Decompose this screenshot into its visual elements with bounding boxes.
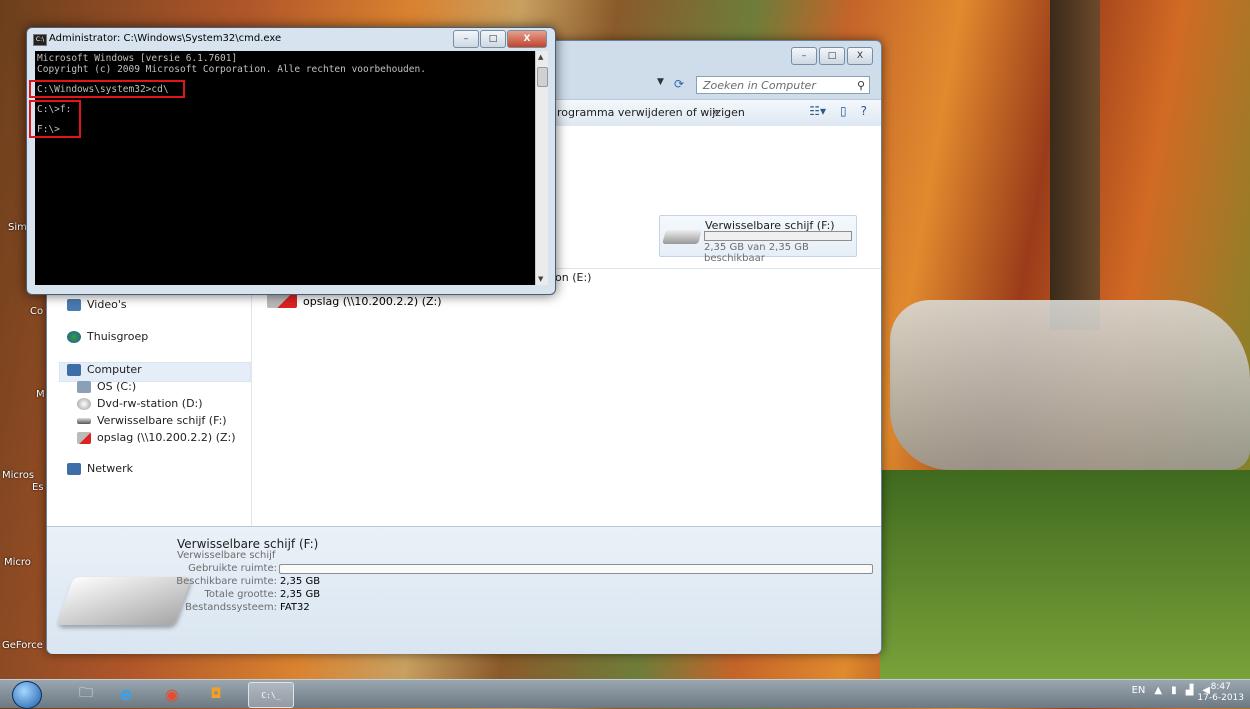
nav-label: opslag (\\10.200.2.2) (Z:): [97, 431, 236, 444]
nav-item-network-drive[interactable]: opslag (\\10.200.2.2) (Z:): [77, 431, 236, 444]
show-hidden-icons-icon[interactable]: ▲: [1154, 685, 1162, 696]
drive-free-space: 2,35 GB van 2,35 GB beschikbaar: [704, 242, 809, 264]
drive-f-tile[interactable]: Verwisselbare schijf (F:) 2,35 GB van 2,…: [659, 215, 857, 264]
scroll-down-icon[interactable]: ▼: [538, 275, 543, 283]
search-placeholder: Zoeken in Computer: [703, 79, 816, 92]
filesystem-value: FAT32: [280, 602, 310, 613]
desktop-icon-label[interactable]: Micro: [4, 557, 31, 568]
nav-label: OS (C:): [97, 380, 137, 393]
desktop-icon-label[interactable]: Micros: [2, 470, 34, 481]
search-icon[interactable]: ⚲: [857, 77, 865, 95]
address-dropdown-icon[interactable]: ▼: [657, 77, 664, 87]
taskbar: 🗀 e ◉ ◘ C:\_ EN ▲ ▮ ▟ ◀ 8:47 17-6-2013: [0, 679, 1250, 709]
clock-time: 8:47: [1210, 682, 1231, 692]
desktop-icon-label[interactable]: M: [36, 389, 45, 400]
nav-label: Verwisselbare schijf (F:): [97, 414, 227, 427]
details-pane: Verwisselbare schijf (F:) Verwisselbare …: [47, 526, 881, 654]
clock[interactable]: 8:47 17-6-2013: [1197, 682, 1244, 704]
disconnected-drive-icon: [77, 431, 91, 444]
desktop-icon-label[interactable]: Co: [30, 306, 43, 317]
drive-icon: [77, 380, 91, 393]
nav-item-network[interactable]: Netwerk: [67, 462, 133, 475]
total-label: Totale grootte:: [204, 589, 277, 600]
nav-item-homegroup[interactable]: Thuisgroep: [67, 330, 148, 343]
close-button[interactable]: X: [507, 30, 547, 48]
minimize-button[interactable]: –: [453, 30, 479, 48]
wallpaper-foliage: [880, 470, 1250, 680]
preview-pane-icon[interactable]: ▯: [840, 104, 847, 118]
search-input[interactable]: Zoeken in Computer ⚲: [696, 76, 870, 94]
free-label: Beschikbare ruimte:: [176, 576, 277, 587]
scroll-up-icon[interactable]: ▲: [538, 53, 543, 61]
battery-icon[interactable]: ▮: [1171, 685, 1177, 696]
view-options-icon[interactable]: ☷▾: [809, 104, 826, 118]
drive-e-label[interactable]: on (E:): [555, 271, 591, 284]
details-title: Verwisselbare schijf (F:): [177, 537, 319, 551]
homegroup-icon: [67, 330, 81, 343]
drive-usage-bar: [704, 231, 852, 241]
wallpaper-tree: [1050, 0, 1100, 330]
internet-explorer-icon[interactable]: e: [106, 682, 146, 706]
cmd-icon: C:\: [33, 34, 47, 46]
desktop-icon-label[interactable]: Es: [32, 482, 44, 493]
more-commands-button[interactable]: »: [712, 105, 719, 118]
nav-item-os[interactable]: OS (C:): [77, 380, 136, 393]
refresh-icon[interactable]: ⟳: [674, 77, 684, 91]
disconnected-drive-icon: [267, 294, 297, 308]
removable-drive-icon: [662, 230, 702, 244]
scroll-thumb[interactable]: [537, 67, 548, 87]
nav-item-dvd[interactable]: Dvd-rw-station (D:): [77, 397, 203, 410]
desktop-icon-label[interactable]: Sim: [8, 222, 27, 233]
network-icon: [67, 462, 81, 475]
computer-icon: [67, 363, 81, 376]
filesystem-label: Bestandssysteem:: [185, 602, 277, 613]
console-scrollbar[interactable]: ▲ ▼: [535, 51, 548, 285]
dvd-icon: [77, 397, 91, 410]
view-tools: ☷▾ ▯ ?: [809, 104, 867, 118]
close-button[interactable]: X: [847, 47, 873, 65]
nav-item-computer[interactable]: Computer: [67, 363, 142, 376]
maximize-button[interactable]: □: [480, 30, 506, 48]
minimize-button[interactable]: –: [791, 47, 817, 65]
nav-label: Dvd-rw-station (D:): [97, 397, 203, 410]
cmd-window-controls: – □ X: [453, 30, 547, 48]
network-drive-label: opslag (\\10.200.2.2) (Z:): [303, 294, 442, 308]
nav-label: Computer: [87, 363, 142, 376]
desktop-icon-label[interactable]: GeForce: [2, 640, 43, 651]
language-indicator[interactable]: EN: [1132, 685, 1146, 696]
nav-item-removable[interactable]: Verwisselbare schijf (F:): [77, 414, 227, 427]
videos-icon: [67, 298, 81, 311]
cmd-title: Administrator: C:\Windows\System32\cmd.e…: [49, 33, 282, 44]
outlook-icon[interactable]: ◘: [196, 682, 236, 706]
nav-label: Video's: [87, 298, 127, 311]
chrome-icon[interactable]: ◉: [152, 682, 192, 706]
address-bar: ▼ ⟳ Zoeken in Computer ⚲: [562, 74, 881, 98]
start-button[interactable]: [12, 681, 42, 709]
maximize-button[interactable]: □: [819, 47, 845, 65]
cmd-taskbar-icon[interactable]: C:\_: [248, 682, 294, 708]
network-status-icon[interactable]: ▟: [1186, 685, 1194, 696]
wallpaper-rock: [890, 300, 1250, 470]
highlight-box: [29, 80, 185, 98]
highlight-box: [29, 100, 81, 138]
nav-item-videos[interactable]: Video's: [67, 298, 127, 311]
console-output[interactable]: Microsoft Windows [versie 6.1.7601] Copy…: [29, 51, 535, 285]
explorer-taskbar-icon[interactable]: 🗀: [66, 682, 106, 706]
details-subtitle: Verwisselbare schijf: [177, 550, 276, 561]
clock-date: 17-6-2013: [1197, 693, 1244, 703]
help-icon[interactable]: ?: [861, 104, 867, 118]
free-value: 2,35 GB: [280, 576, 321, 587]
total-value: 2,35 GB: [280, 589, 321, 600]
removable-drive-large-icon: [56, 577, 192, 625]
details-usage-bar: [279, 564, 873, 574]
used-label: Gebruikte ruimte:: [188, 563, 277, 574]
network-drive-item[interactable]: opslag (\\10.200.2.2) (Z:): [267, 294, 442, 308]
console-line: Copyright (c) 2009 Microsoft Corporation…: [37, 64, 426, 75]
nav-label: Netwerk: [87, 462, 133, 475]
cmd-window: C:\ Administrator: C:\Windows\System32\c…: [26, 27, 556, 295]
removable-drive-icon: [77, 417, 91, 424]
nav-label: Thuisgroep: [87, 330, 149, 343]
explorer-window-controls: – □ X: [791, 47, 873, 65]
